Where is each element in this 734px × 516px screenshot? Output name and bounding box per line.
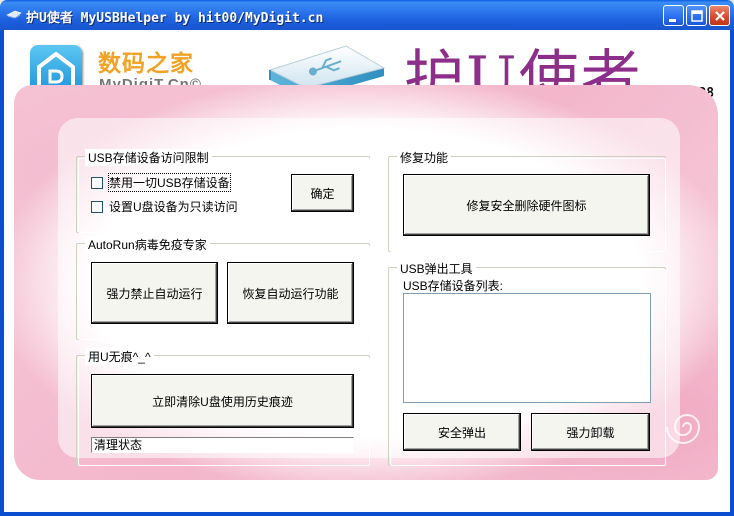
window-frame-bottom xyxy=(0,512,734,516)
checkbox-box[interactable] xyxy=(91,176,103,189)
window-title: 护U使者 MyUSBHelper by hit00/MyDigit.cn xyxy=(26,11,324,26)
title-bar[interactable]: 护U使者 MyUSBHelper by hit00/MyDigit.cn xyxy=(0,0,734,30)
usb-eject-legend: USB弹出工具 xyxy=(397,260,476,277)
readonly-usb-label: 设置U盘设备为只读访问 xyxy=(109,200,238,214)
maximize-icon xyxy=(691,10,703,22)
clear-history-button[interactable]: 立即清除U盘使用历史痕迹 xyxy=(91,374,354,428)
logo-chinese-text: 数码之家 xyxy=(98,51,194,77)
close-button[interactable] xyxy=(709,5,730,26)
force-unload-button[interactable]: 强力卸载 xyxy=(531,413,650,451)
minimize-icon xyxy=(669,19,676,22)
window-frame-right xyxy=(730,30,734,516)
readonly-usb-checkbox[interactable]: 设置U盘设备为只读访问 xyxy=(91,198,238,215)
usb-restrict-legend: USB存储设备访问限制 xyxy=(85,149,212,166)
confirm-button[interactable]: 确定 xyxy=(291,174,354,212)
app-icon xyxy=(6,8,22,22)
disable-all-usb-label: 禁用一切USB存储设备 xyxy=(108,173,231,192)
repair-safely-remove-icon-button[interactable]: 修复安全删除硬件图标 xyxy=(403,174,650,236)
maximize-button[interactable] xyxy=(686,5,707,26)
clean-status-field: 清理状态 xyxy=(91,437,354,453)
autorun-legend: AutoRun病毒免疫专家 xyxy=(85,236,210,253)
trace-legend: 用U无痕^_^ xyxy=(85,348,154,365)
disable-autorun-button[interactable]: 强力禁止自动运行 xyxy=(91,262,218,324)
minimize-button[interactable] xyxy=(663,5,684,26)
checkbox-box[interactable] xyxy=(91,200,103,213)
usb-device-list[interactable] xyxy=(403,293,651,403)
safe-eject-button[interactable]: 安全弹出 xyxy=(403,413,521,451)
close-icon xyxy=(715,11,725,21)
restore-autorun-button[interactable]: 恢复自动运行功能 xyxy=(227,262,354,324)
usb-device-list-label: USB存储设备列表: xyxy=(403,279,504,293)
repair-legend: 修复功能 xyxy=(397,149,452,166)
disable-all-usb-checkbox[interactable]: 禁用一切USB存储设备 xyxy=(91,173,231,192)
